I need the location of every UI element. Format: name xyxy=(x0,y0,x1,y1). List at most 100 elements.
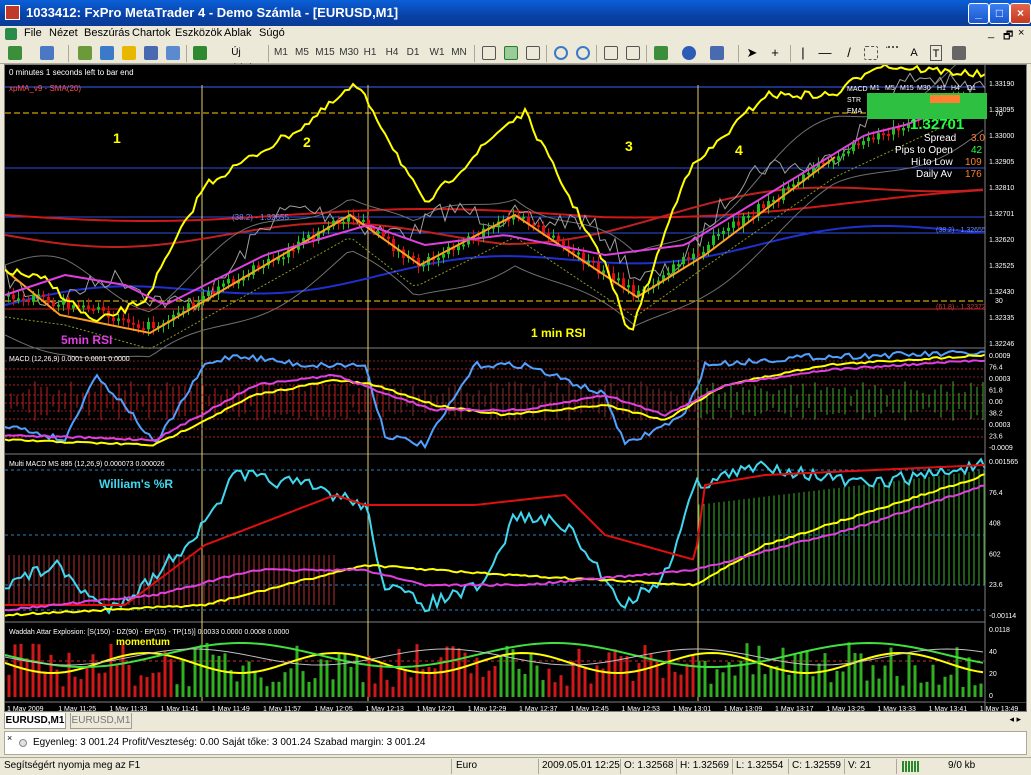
tab-eurusd-m1[interactable]: EURUSD,M1 xyxy=(70,713,132,729)
menu-window[interactable]: Ablak xyxy=(224,27,252,39)
title-bar[interactable]: 1033412: FxPro MetaTrader 4 - Demo Száml… xyxy=(0,0,1031,26)
fib-upper-label: (38.2) - 1.32655 xyxy=(232,213,289,222)
cursor-icon[interactable]: ➤ xyxy=(746,45,758,61)
menu-file[interactable]: File xyxy=(24,27,42,39)
fib-lower-label: (61.8) - 1.32372 xyxy=(936,304,986,311)
candle-body xyxy=(522,216,525,219)
waddah-axis-tick: 0 xyxy=(989,693,993,700)
trendline-icon[interactable]: / xyxy=(842,45,856,61)
candle-body xyxy=(282,257,285,260)
mtf-row-label-ema: EMA xyxy=(847,108,863,115)
timeframe-m5[interactable]: M5 xyxy=(293,45,311,61)
crosshair-icon[interactable]: + xyxy=(768,45,782,61)
macd-axis-tick: -0.0009 xyxy=(989,445,1013,452)
auto-scroll-icon[interactable] xyxy=(626,46,640,60)
horizontal-line-icon[interactable]: — xyxy=(818,45,832,61)
periods-icon[interactable] xyxy=(682,46,696,60)
terminal-close-icon[interactable]: × xyxy=(7,733,12,743)
timeframe-h4[interactable]: H4 xyxy=(384,45,400,61)
info-value-pips-open: 42 xyxy=(971,145,983,156)
text-label-icon[interactable]: T xyxy=(930,45,942,61)
minimize-button[interactable]: _ xyxy=(968,3,989,24)
timeframe-d1[interactable]: D1 xyxy=(405,45,421,61)
data-window-icon[interactable] xyxy=(122,46,136,60)
timeframe-w1[interactable]: W1 xyxy=(428,45,446,61)
zoom-in-icon[interactable] xyxy=(554,46,568,60)
timeframe-mn[interactable]: MN xyxy=(450,45,468,61)
mdi-minimize-button[interactable]: _ xyxy=(988,27,994,39)
profiles-icon[interactable] xyxy=(40,46,54,60)
chart-window[interactable]: 0 minutes 1 seconds left to bar end xpMA… xyxy=(4,64,1027,712)
bar-chart-icon[interactable] xyxy=(482,46,496,60)
candle-body xyxy=(132,322,135,325)
chart-shift-icon[interactable] xyxy=(604,46,618,60)
line-chart-icon[interactable] xyxy=(526,46,540,60)
templates-icon[interactable] xyxy=(710,46,724,60)
phase-label-2: 2 xyxy=(303,134,311,150)
candle-body xyxy=(112,317,115,321)
equidistant-channel-icon[interactable] xyxy=(864,46,878,60)
candle-body xyxy=(142,328,145,331)
menu-view[interactable]: Nézet xyxy=(49,27,78,39)
candle-body xyxy=(442,254,445,258)
candle-body xyxy=(862,141,865,145)
chart-doc-icon[interactable] xyxy=(5,28,17,40)
time-tick: 1 May 12:05 xyxy=(314,706,353,712)
macd-panel-lines xyxy=(5,349,986,450)
vertical-line-icon[interactable]: | xyxy=(798,45,808,61)
maximize-button[interactable]: □ xyxy=(989,3,1010,24)
new-order-button[interactable]: Új megbízás xyxy=(210,45,262,74)
strategy-tester-icon[interactable] xyxy=(166,46,180,60)
candlestick-icon[interactable] xyxy=(504,46,518,60)
mdi-close-button[interactable]: × xyxy=(1018,27,1024,39)
price-chart-canvas[interactable]: 0 minutes 1 seconds left to bar end xpMA… xyxy=(5,65,1027,712)
status-traffic: 9/0 kb xyxy=(948,760,976,771)
fib-upper-label-right: (38.2) - 1.32655 xyxy=(936,227,986,234)
bollinger-lower xyxy=(5,129,984,359)
time-tick: 1 May 13:09 xyxy=(724,706,763,712)
waddah-axis-tick: 0.0118 xyxy=(989,627,1010,634)
menu-help[interactable]: Súgó xyxy=(259,27,285,39)
time-tick: 1 May 12:29 xyxy=(468,706,507,712)
candle-body xyxy=(387,236,390,239)
connection-indicator-icon xyxy=(902,761,920,772)
timeframe-m30[interactable]: M30 xyxy=(338,45,360,61)
main-price-tick: 1.32701 xyxy=(989,211,1014,218)
arrows-icon[interactable] xyxy=(952,46,966,60)
candle-body xyxy=(807,172,810,175)
multi-macd-panel-title: Multi MACD MS 895 (12,26,9) 0.000073 0.0… xyxy=(9,461,165,468)
text-tool-icon[interactable]: A xyxy=(908,45,920,61)
tab-scroll-arrows[interactable]: ◂ ▸ xyxy=(1009,714,1021,725)
tab-eurusd-m1-active[interactable]: EURUSD,M1 xyxy=(4,713,66,729)
timeframe-h1[interactable]: H1 xyxy=(362,45,378,61)
candle-body xyxy=(687,257,690,260)
rsi5-label: 5min RSI xyxy=(61,333,112,347)
market-watch-icon[interactable] xyxy=(78,46,92,60)
close-button[interactable]: × xyxy=(1010,3,1031,24)
new-order-icon[interactable] xyxy=(193,46,207,60)
timeframe-m1[interactable]: M1 xyxy=(272,45,290,61)
navigator-icon[interactable] xyxy=(100,46,114,60)
timeframe-m15[interactable]: M15 xyxy=(314,45,336,61)
candle-body xyxy=(222,283,225,287)
info-label-hi-low: Hi to Low xyxy=(911,157,953,168)
indicators-icon[interactable] xyxy=(654,46,668,60)
terminal-icon[interactable] xyxy=(144,46,158,60)
candle-body xyxy=(147,321,150,330)
main-price-tick: 1.32620 xyxy=(989,237,1014,244)
time-tick: 1 May 12:45 xyxy=(570,706,609,712)
macd-axis-tick: 0.0003 xyxy=(989,376,1011,383)
fibonacci-icon[interactable] xyxy=(886,46,900,60)
candle-body xyxy=(377,231,380,234)
menu-insert[interactable]: Beszúrás xyxy=(84,27,130,39)
new-chart-icon[interactable] xyxy=(8,46,22,60)
envelope-gray xyxy=(5,72,986,312)
mtf-col-d1: D1 xyxy=(967,85,976,92)
macd-axis-tick: 23.6 xyxy=(989,434,1003,441)
menu-tools[interactable]: Eszközök xyxy=(175,27,222,39)
candle-body xyxy=(577,252,580,255)
menu-charts[interactable]: Chartok xyxy=(132,27,171,39)
current-price-big: 1.32701 xyxy=(910,116,964,133)
candle-body xyxy=(82,305,85,308)
zoom-out-icon[interactable] xyxy=(576,46,590,60)
